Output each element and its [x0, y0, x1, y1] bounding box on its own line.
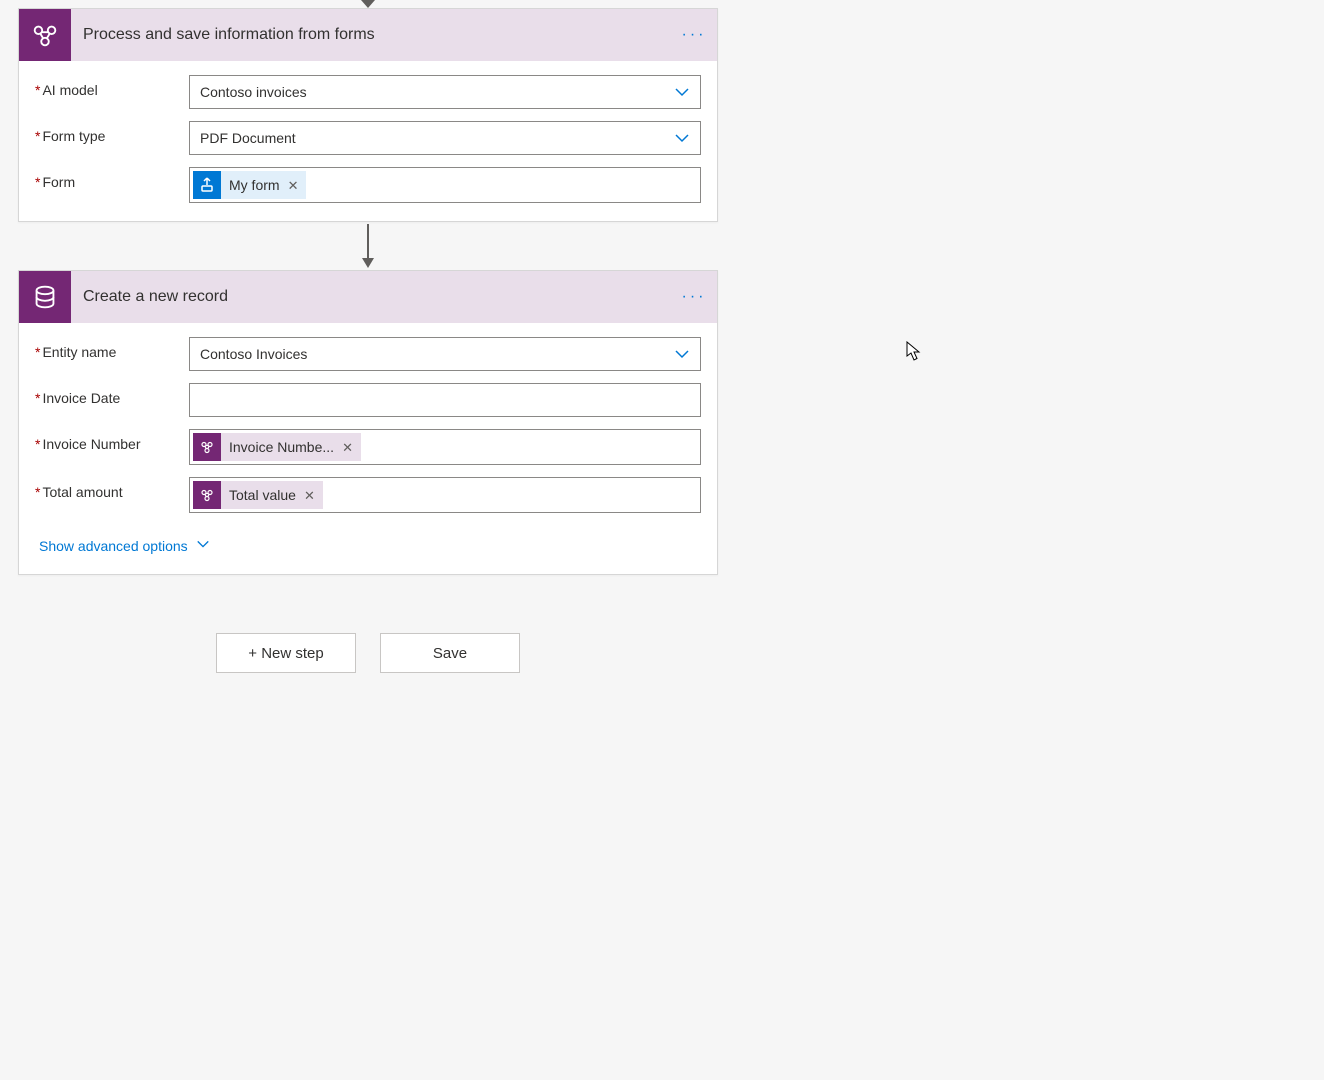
field-row-invoice-date: *Invoice Date: [35, 383, 701, 417]
card-menu-button[interactable]: ···: [671, 288, 717, 306]
field-label: *Invoice Number: [35, 429, 189, 452]
total-amount-input[interactable]: Total value ✕: [189, 477, 701, 513]
dynamic-token-my-form[interactable]: My form ✕: [193, 171, 306, 199]
form-type-select[interactable]: PDF Document: [189, 121, 701, 155]
ai-builder-icon: [193, 481, 221, 509]
chevron-down-icon: [196, 537, 210, 554]
chevron-down-icon: [674, 130, 690, 146]
dynamic-token-invoice-number[interactable]: Invoice Numbe... ✕: [193, 433, 361, 461]
card-title: Process and save information from forms: [71, 26, 671, 44]
card-body: *Entity name Contoso Invoices *Invoice D…: [19, 323, 717, 574]
trigger-icon: [193, 171, 221, 199]
link-label: Show advanced options: [39, 538, 188, 554]
ai-model-select[interactable]: Contoso invoices: [189, 75, 701, 109]
show-advanced-options-link[interactable]: Show advanced options: [35, 531, 214, 556]
token-remove-icon[interactable]: ✕: [304, 489, 315, 502]
connector-arrow-tip: [18, 0, 718, 8]
connector-arrow[interactable]: [18, 222, 718, 270]
token-label: Invoice Numbe...: [229, 439, 334, 455]
field-label: *Form type: [35, 121, 189, 144]
field-label: *Entity name: [35, 337, 189, 360]
chevron-down-icon: [674, 346, 690, 362]
card-header[interactable]: Process and save information from forms …: [19, 9, 717, 61]
select-value: PDF Document: [200, 130, 296, 146]
ai-builder-icon: [19, 9, 71, 61]
card-title: Create a new record: [71, 288, 671, 306]
card-header[interactable]: Create a new record ···: [19, 271, 717, 323]
save-button[interactable]: Save: [380, 633, 520, 673]
token-label: Total value: [229, 487, 296, 503]
field-row-form: *Form My form ✕: [35, 167, 701, 203]
field-label: *AI model: [35, 75, 189, 98]
footer-buttons: + New step Save: [18, 633, 718, 673]
field-label: *Total amount: [35, 477, 189, 500]
token-remove-icon[interactable]: ✕: [288, 179, 299, 192]
field-row-invoice-number: *Invoice Number Invoice Numbe... ✕: [35, 429, 701, 465]
field-label: *Invoice Date: [35, 383, 189, 406]
field-row-entity-name: *Entity name Contoso Invoices: [35, 337, 701, 371]
field-row-form-type: *Form type PDF Document: [35, 121, 701, 155]
form-input[interactable]: My form ✕: [189, 167, 701, 203]
new-step-button[interactable]: + New step: [216, 633, 356, 673]
action-card-create-record: Create a new record ··· *Entity name Con…: [18, 270, 718, 575]
select-value: Contoso invoices: [200, 84, 307, 100]
action-card-process-forms: Process and save information from forms …: [18, 8, 718, 222]
entity-name-select[interactable]: Contoso Invoices: [189, 337, 701, 371]
ai-builder-icon: [193, 433, 221, 461]
card-menu-button[interactable]: ···: [671, 26, 717, 44]
invoice-date-input[interactable]: [189, 383, 701, 417]
dynamic-token-total-value[interactable]: Total value ✕: [193, 481, 323, 509]
field-label: *Form: [35, 167, 189, 190]
token-remove-icon[interactable]: ✕: [342, 441, 353, 454]
token-label: My form: [229, 177, 280, 193]
field-row-ai-model: *AI model Contoso invoices: [35, 75, 701, 109]
card-body: *AI model Contoso invoices *Form type PD…: [19, 61, 717, 221]
dataverse-icon: [19, 271, 71, 323]
chevron-down-icon: [674, 84, 690, 100]
invoice-number-input[interactable]: Invoice Numbe... ✕: [189, 429, 701, 465]
field-row-total-amount: *Total amount Total value ✕: [35, 477, 701, 513]
select-value: Contoso Invoices: [200, 346, 307, 362]
